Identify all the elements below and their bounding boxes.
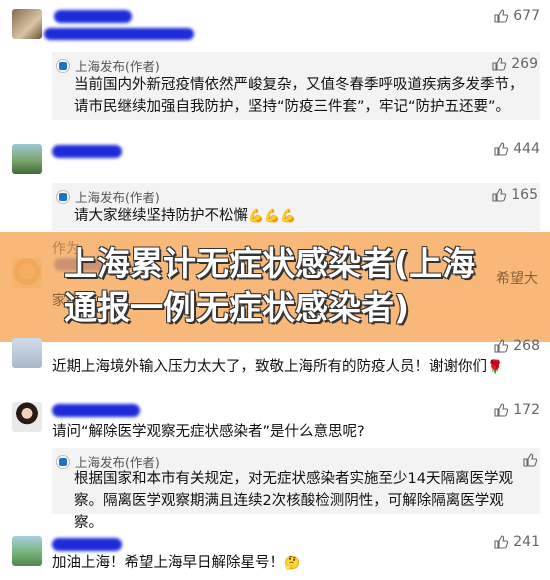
comment-5: 172 请问“解除医学观察无症状感染者”是什么意思呢? 上海发布(作者) 根据国… [0,398,550,531]
comment-6: 241 加油上海！希望上海早日解除星号！🤔 [0,528,550,580]
like-button[interactable]: 268 [493,338,540,354]
thumbs-up-icon [494,403,509,417]
like-count: 269 [511,56,538,72]
thumbs-up-icon [494,9,509,23]
avatar[interactable] [12,144,42,174]
like-count: 677 [513,8,540,24]
username-redacted [52,538,122,551]
author-reply: 上海发布(作者) 165 请大家继续坚持防护不松懈💪💪💪 [52,183,540,231]
reply-text-content: 请大家继续坚持防护不松懈 [74,208,248,224]
rose-emoji: 🌹 [487,360,504,375]
comment-2: 444 上海发布(作者) 165 请大家继续坚持防护不松懈💪💪💪 [0,135,550,235]
like-count: 165 [511,187,538,203]
reply-like-button[interactable] [522,452,538,468]
like-count: 172 [513,402,540,418]
reply-text: 根据国家和本市有关规定，对无症状感染者实施至少14天隔离医学观察。隔离医学观察期… [74,471,513,531]
headline-title: 上海累计无症状感染者(上海通报一例无症状感染者) [64,244,476,327]
username-redacted [52,145,122,158]
comment-4: 268 近期上海境外输入压力太大了，致敬上海所有的防疫人员！谢谢你们🌹 [0,338,550,388]
reply-author: 上海发布(作者) [75,190,160,205]
flexed-biceps-emoji: 💪💪💪 [248,209,297,224]
headline-overlay: 作为 希望大 家都能 上海累计无症状感染者(上海通报一例无症状感染者) [0,232,550,342]
thumbs-up-icon [494,339,509,353]
comment-text-content: 近期上海境外输入压力太大了，致敬上海所有的防疫人员！谢谢你们 [52,359,487,375]
like-count: 444 [513,141,540,157]
like-button[interactable]: 172 [493,402,540,418]
reply-header: 上海发布(作者) [56,56,160,75]
avatar[interactable] [12,9,42,39]
thumbs-up-icon [494,535,509,549]
reply-text: 当前国内外新冠疫情依然严峻复杂，又值冬春季呼吸道疾病多发季节，请市民继续加强自我… [74,77,524,115]
avatar[interactable] [12,536,42,566]
avatar[interactable] [12,338,42,368]
thumbs-up-icon [494,142,509,156]
comment-text: 加油上海！希望上海早日解除星号！🤔 [52,552,534,575]
like-button[interactable]: 444 [493,141,540,157]
thumbs-up-icon [523,453,538,467]
reply-text: 请大家继续坚持防护不松懈💪💪💪 [74,205,530,228]
thumbs-up-icon [492,188,507,202]
author-reply: 上海发布(作者) 269 当前国内外新冠疫情依然严峻复杂，又值冬春季呼吸道疾病多… [52,52,540,120]
avatar[interactable] [12,402,42,432]
username-redacted [54,10,132,23]
username-redacted [44,28,194,40]
thumbs-up-icon [492,57,507,71]
shanghai-fabu-icon [56,58,70,73]
reply-like-button[interactable]: 165 [491,187,538,203]
like-button[interactable]: 241 [493,534,540,550]
reply-like-button[interactable]: 269 [491,56,538,72]
comment-1: 677 上海发布(作者) 269 当前国内外新冠疫情依然严峻复杂，又值冬春季呼吸… [0,0,550,120]
thinking-face-emoji: 🤔 [284,556,301,571]
comment-text-content: 加油上海！希望上海早日解除星号！ [52,555,284,571]
reply-author: 上海发布(作者) [75,59,160,74]
like-count: 241 [513,534,540,550]
username-redacted [52,404,140,417]
shanghai-fabu-icon [56,189,70,204]
shanghai-fabu-icon [56,454,70,469]
comment-text: 近期上海境外输入压力太大了，致敬上海所有的防疫人员！谢谢你们🌹 [52,356,534,379]
reply-header: 上海发布(作者) [56,187,160,206]
author-reply: 上海发布(作者) 根据国家和本市有关规定，对无症状感染者实施至少14天隔离医学观… [52,448,540,531]
like-button[interactable]: 677 [493,8,540,24]
comment-text: 请问“解除医学观察无症状感染者”是什么意思呢? [52,424,365,440]
like-count: 268 [513,338,540,354]
